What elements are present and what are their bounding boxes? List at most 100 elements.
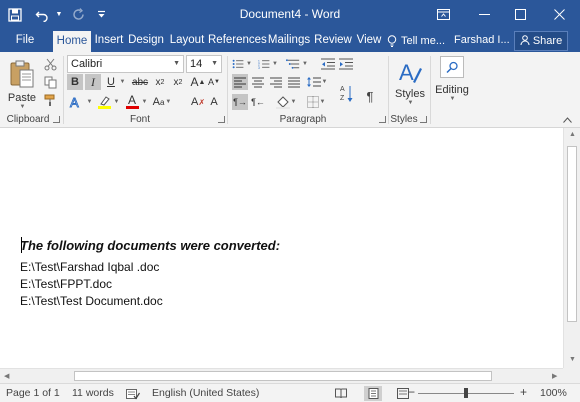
document-heading: The following documents were converted:	[20, 238, 281, 253]
align-right-button[interactable]	[268, 74, 284, 90]
copy-icon[interactable]	[42, 74, 58, 90]
font-color-icon[interactable]: A	[124, 94, 140, 110]
font-size-value: 14	[190, 58, 203, 70]
styles-group-label: Styles	[390, 114, 418, 125]
zoom-in-button[interactable]: +	[520, 384, 527, 402]
tab-design[interactable]: Design	[127, 29, 165, 52]
phonetic-guide-icon[interactable]: A	[206, 94, 222, 110]
align-center-button[interactable]	[250, 74, 266, 90]
text-effects-dropdown-icon[interactable]: ▼	[85, 94, 93, 110]
horizontal-scrollbar[interactable]: ◀ ▶	[0, 368, 563, 383]
svg-text:A: A	[399, 60, 414, 85]
format-painter-icon[interactable]	[42, 92, 58, 108]
scroll-up-icon[interactable]: ▲	[569, 131, 576, 138]
svg-text:Z: Z	[340, 95, 345, 102]
scroll-left-icon[interactable]: ◀	[4, 372, 9, 380]
zoom-out-button[interactable]: −	[408, 384, 415, 402]
clear-formatting-icon[interactable]: A ✗	[190, 94, 206, 110]
styles-button[interactable]: A Styles ▼	[392, 55, 428, 111]
print-layout-icon[interactable]	[364, 386, 382, 401]
bullets-icon[interactable]: ▼	[232, 56, 252, 72]
tab-insert[interactable]: Insert	[92, 29, 126, 52]
font-color-dropdown-icon[interactable]: ▼	[140, 94, 148, 110]
paste-button[interactable]: Paste ▼	[6, 56, 38, 112]
language-status[interactable]: English (United States)	[152, 384, 259, 402]
rtl-text-direction-icon[interactable]: ¶←	[250, 94, 266, 110]
paragraph-group-label: Paragraph	[279, 114, 327, 125]
tab-view[interactable]: View	[354, 29, 384, 52]
tab-references[interactable]: References	[208, 29, 267, 52]
font-name-combo[interactable]: Calibri ▼	[67, 55, 184, 73]
document-canvas[interactable]: The following documents were converted: …	[0, 128, 563, 368]
close-icon[interactable]	[543, 0, 575, 29]
subscript-button[interactable]: x2	[152, 74, 168, 90]
clipboard-launcher-icon[interactable]	[53, 116, 60, 123]
increase-indent-icon[interactable]	[338, 56, 354, 72]
bold-button[interactable]: B	[67, 74, 83, 90]
title-bar: ▼ Document4 - Word	[0, 0, 580, 29]
zoom-level[interactable]: 100%	[540, 384, 567, 402]
vertical-scroll-thumb[interactable]	[567, 146, 577, 322]
share-button[interactable]: Share	[514, 31, 568, 51]
ribbon-tabs: File Home Insert Design Layout Reference…	[0, 29, 580, 52]
cut-icon[interactable]	[42, 56, 58, 72]
shrink-font-icon[interactable]: A ▼	[206, 74, 222, 90]
collapse-ribbon-icon[interactable]	[560, 114, 574, 126]
proofing-icon[interactable]	[126, 388, 141, 400]
font-launcher-icon[interactable]	[218, 116, 225, 123]
strikethrough-button[interactable]: abc	[130, 74, 150, 90]
underline-button[interactable]: U	[104, 74, 118, 90]
superscript-button[interactable]: x2	[170, 74, 186, 90]
maximize-icon[interactable]	[504, 0, 536, 29]
tab-home[interactable]: Home	[53, 31, 91, 52]
chevron-down-icon: ▼	[173, 60, 180, 67]
page-count[interactable]: Page 1 of 1	[6, 384, 60, 402]
ltr-text-direction-icon[interactable]: ¶→	[232, 94, 248, 110]
word-count[interactable]: 11 words	[72, 384, 114, 402]
scroll-down-icon[interactable]: ▼	[569, 356, 576, 363]
tab-layout[interactable]: Layout	[167, 29, 207, 52]
show-paragraph-marks-icon[interactable]: ¶	[362, 88, 378, 104]
underline-dropdown-icon[interactable]: ▼	[118, 74, 126, 90]
tab-mailings[interactable]: Mailings	[266, 29, 312, 52]
tab-file[interactable]: File	[4, 29, 46, 52]
sort-icon[interactable]: AZ	[338, 82, 356, 106]
clipboard-icon	[10, 60, 34, 87]
editing-label: Editing	[435, 84, 469, 96]
zoom-slider-thumb[interactable]	[464, 388, 468, 398]
italic-button[interactable]: I	[85, 74, 101, 90]
horizontal-scroll-thumb[interactable]	[74, 371, 492, 381]
line-spacing-icon[interactable]: ▼	[306, 74, 328, 90]
change-case-icon[interactable]: Aa ▼	[152, 94, 172, 110]
styles-launcher-icon[interactable]	[420, 116, 427, 123]
lightbulb-icon	[387, 34, 397, 47]
highlight-color-icon[interactable]	[96, 94, 112, 110]
justify-button[interactable]	[286, 74, 302, 90]
grow-font-icon[interactable]: A ▲	[190, 74, 206, 90]
highlight-dropdown-icon[interactable]: ▼	[112, 94, 120, 110]
tell-me-box[interactable]: Tell me...	[387, 29, 445, 52]
text-effects-icon[interactable]: A	[67, 94, 85, 110]
font-size-combo[interactable]: 14 ▼	[186, 55, 222, 73]
align-left-button[interactable]	[232, 74, 248, 90]
tab-review[interactable]: Review	[314, 29, 352, 52]
text-cursor	[21, 237, 22, 253]
paragraph-launcher-icon[interactable]	[379, 116, 386, 123]
font-group-label: Font	[129, 114, 150, 125]
shading-icon[interactable]: ▼	[274, 94, 298, 110]
share-label: Share	[532, 35, 563, 47]
read-mode-icon[interactable]	[332, 386, 350, 401]
user-account[interactable]: Farshad I...	[454, 29, 510, 52]
svg-text:A: A	[340, 86, 345, 93]
borders-icon[interactable]: ▼	[304, 94, 328, 110]
paste-dropdown-icon[interactable]: ▼	[20, 104, 26, 110]
person-icon	[520, 35, 530, 46]
vertical-scrollbar[interactable]: ▲ ▼	[563, 128, 580, 368]
minimize-icon[interactable]	[468, 0, 500, 29]
multilevel-list-icon[interactable]: ▼	[286, 56, 308, 72]
scroll-right-icon[interactable]: ▶	[552, 372, 557, 380]
numbering-icon[interactable]: 123 ▼	[258, 56, 278, 72]
decrease-indent-icon[interactable]	[320, 56, 336, 72]
ribbon-display-options-icon[interactable]	[427, 0, 459, 29]
editing-button[interactable]: Editing ▼	[434, 55, 470, 111]
